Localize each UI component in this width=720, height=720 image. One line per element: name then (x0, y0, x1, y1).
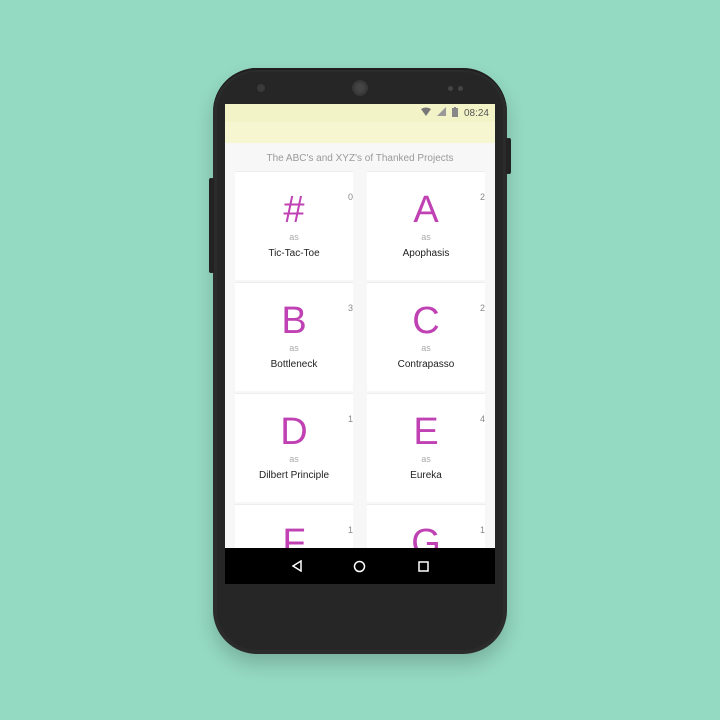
project-name: Eureka (410, 470, 442, 481)
status-time: 08:24 (463, 107, 489, 119)
power-button (506, 138, 511, 174)
project-name: Apophasis (402, 248, 450, 259)
letter-card[interactable]: E as Eureka 4 (367, 393, 485, 502)
app-bar (225, 122, 495, 143)
letter-card[interactable]: F 1 (235, 504, 353, 548)
front-camera (257, 84, 265, 92)
status-bar: 08:24 (225, 104, 495, 122)
letter-label: E (413, 411, 439, 453)
as-label: as (421, 232, 431, 242)
count-badge: 1 (347, 525, 353, 535)
as-label: as (289, 454, 299, 464)
earpiece-speaker (352, 80, 368, 96)
as-label: as (421, 343, 431, 353)
letter-card[interactable]: G 1 (367, 504, 485, 548)
as-label: as (421, 454, 431, 464)
letter-card[interactable]: B as Bottleneck 3 (235, 282, 353, 391)
count-badge: 4 (479, 414, 485, 424)
navigation-bar (225, 548, 495, 584)
count-badge: 1 (479, 525, 485, 535)
phone-screen: 08:24 The ABC's and XYZ's of Thanked Pro… (225, 104, 495, 584)
project-name: Contrapasso (397, 359, 455, 370)
as-label: as (289, 232, 299, 242)
letter-label: # (283, 189, 305, 231)
letter-card[interactable]: D as Dilbert Principle 1 (235, 393, 353, 502)
volume-button (209, 178, 214, 273)
page-title: The ABC's and XYZ's of Thanked Projects (266, 153, 454, 164)
project-name: Dilbert Principle (258, 470, 330, 481)
letter-card[interactable]: # as Tic-Tac-Toe 0 (235, 171, 353, 280)
battery-icon (451, 106, 458, 120)
letter-label: A (413, 189, 439, 231)
signal-icon (436, 107, 446, 119)
proximity-sensor (448, 86, 453, 91)
count-badge: 2 (479, 192, 485, 202)
count-badge: 2 (479, 303, 485, 313)
letter-label: C (412, 300, 440, 342)
as-label: as (289, 343, 299, 353)
letter-label: G (411, 522, 441, 548)
home-icon[interactable] (353, 559, 367, 573)
letter-label: F (282, 522, 306, 548)
count-badge: 3 (347, 303, 353, 313)
project-name: Tic-Tac-Toe (268, 248, 320, 259)
letter-label: B (281, 300, 307, 342)
light-sensor (458, 86, 463, 91)
recents-icon[interactable] (416, 559, 430, 573)
project-name: Bottleneck (270, 359, 318, 370)
letter-label: D (280, 411, 308, 453)
count-badge: 1 (347, 414, 353, 424)
project-list: The ABC's and XYZ's of Thanked Projects … (225, 143, 495, 548)
letter-card[interactable]: A as Apophasis 2 (367, 171, 485, 280)
wifi-icon (420, 107, 431, 119)
letter-card[interactable]: C as Contrapasso 2 (367, 282, 485, 391)
count-badge: 0 (347, 192, 353, 202)
back-icon[interactable] (290, 559, 304, 573)
